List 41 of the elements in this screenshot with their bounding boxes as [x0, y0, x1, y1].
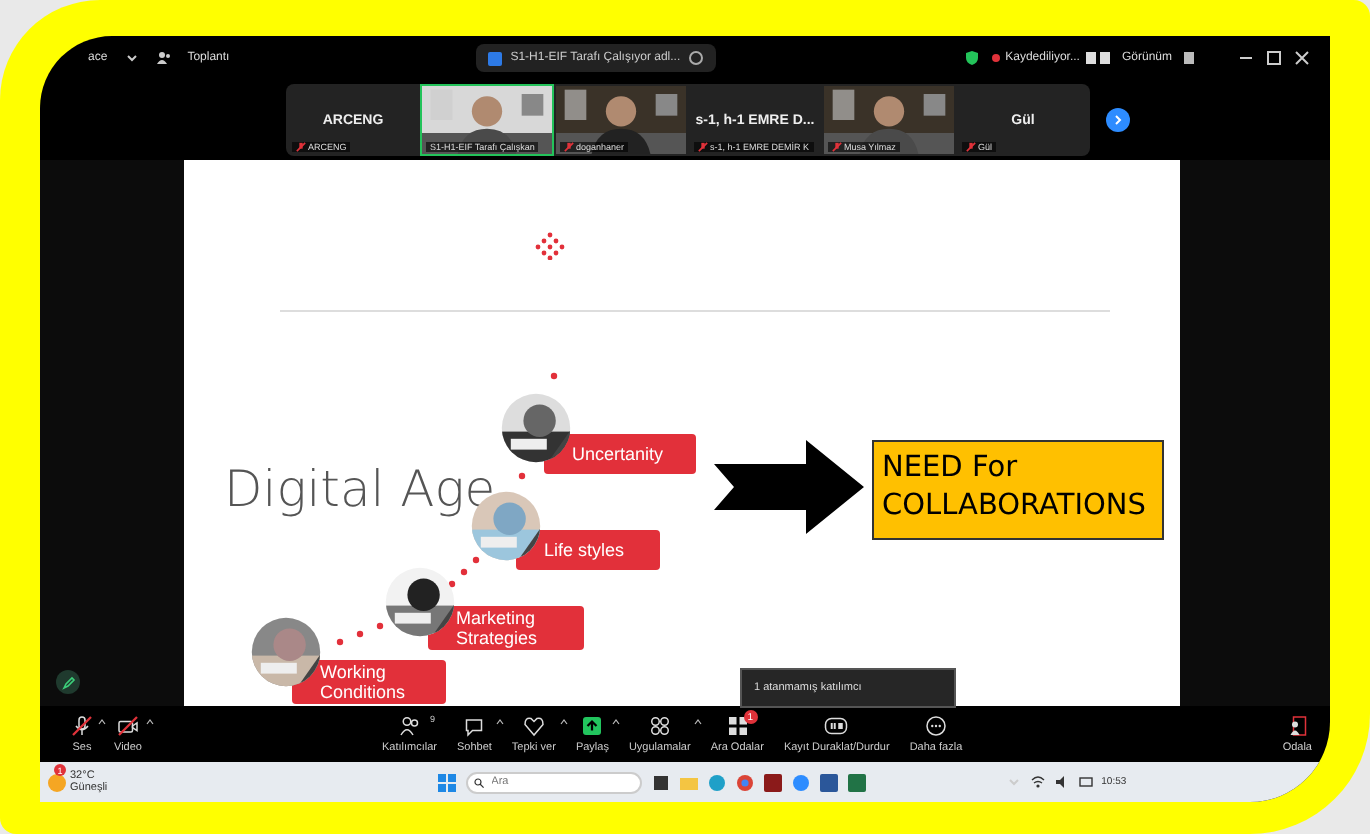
chevron-down-icon	[123, 50, 140, 66]
pencil-icon	[61, 675, 75, 689]
caret-icon[interactable]	[145, 718, 154, 726]
caret-icon[interactable]	[495, 718, 504, 726]
camera-icon	[115, 714, 140, 738]
caret-icon[interactable]	[559, 718, 568, 726]
reaction-icon	[521, 714, 546, 738]
caret-icon[interactable]	[612, 718, 621, 726]
dots-logo-icon	[534, 232, 566, 260]
chevron-right-icon	[1112, 114, 1124, 126]
more-icon	[923, 714, 948, 738]
speaker-icon	[1053, 774, 1070, 790]
excel-app-icon[interactable]	[847, 773, 866, 791]
participants-icon	[397, 714, 422, 738]
word-app-icon[interactable]	[819, 773, 838, 791]
pdf-app-icon[interactable]	[763, 773, 782, 791]
shield-icon	[963, 50, 980, 66]
battery-icon	[1077, 774, 1094, 790]
mic-icon	[70, 714, 94, 738]
record-icon	[824, 714, 849, 738]
chevron-up-icon	[1005, 774, 1022, 790]
apps-icon	[647, 714, 672, 738]
close-icon[interactable]	[1294, 50, 1310, 66]
leave-rooms-icon	[1285, 714, 1310, 738]
chat-icon	[462, 714, 487, 738]
windows-start-icon[interactable]	[437, 773, 456, 791]
pause-stop-icon[interactable]	[1085, 52, 1110, 64]
sun-icon	[48, 773, 66, 791]
caret-icon[interactable]	[98, 718, 106, 726]
arrow-icon	[714, 440, 864, 534]
maximize-icon[interactable]	[1266, 50, 1282, 66]
next-page-button[interactable]	[1106, 108, 1130, 132]
rooms-icon	[725, 714, 750, 738]
wifi-icon	[1029, 774, 1046, 790]
slide-title: Digital Age	[224, 460, 496, 518]
share-icon	[580, 714, 605, 738]
annotate-button[interactable]	[56, 670, 80, 694]
people-icon	[155, 50, 172, 66]
recording-dot	[991, 54, 1000, 62]
caret-icon[interactable]	[694, 718, 703, 726]
result-box: NEED For COLLABORATIONS	[872, 440, 1164, 540]
